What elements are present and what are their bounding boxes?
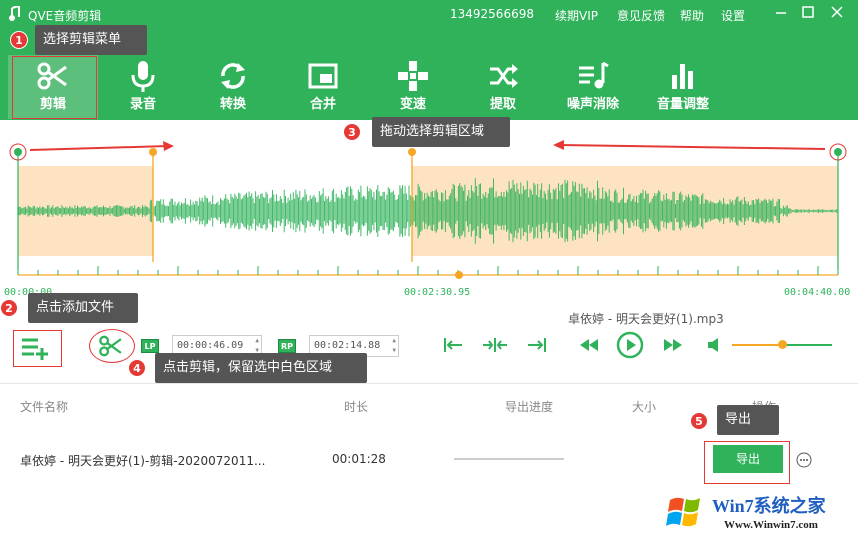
tool-merge[interactable]: 合并 [278, 55, 368, 119]
divider [0, 383, 858, 384]
rp-time-value: 00:02:14.88 [314, 340, 381, 351]
rp-label: RP [278, 339, 296, 353]
watermark-url: Www.Winwin7.com [724, 519, 818, 531]
annotation-callout-4: 点击剪辑，保留选中白色区域 [155, 353, 367, 383]
maximize-icon[interactable] [800, 4, 816, 20]
menu-feedback[interactable]: 意见反馈 [617, 7, 665, 24]
annotation-text: 拖动选择剪辑区域 [380, 124, 485, 139]
playhead-handle [455, 271, 463, 279]
annotation-arrow-right [29, 145, 169, 151]
row-progress-bar [454, 458, 564, 460]
rp-marker-handle [408, 148, 416, 156]
tool-label: 变速 [399, 97, 426, 112]
lp-label: LP [141, 339, 159, 353]
annotation-text: 选择剪辑菜单 [43, 32, 122, 47]
tool-label: 噪声消除 [566, 97, 619, 112]
volume-slider[interactable] [732, 340, 832, 349]
tool-volume[interactable]: 音量调整 [638, 55, 728, 119]
annotation-text: 点击剪辑，保留选中白色区域 [163, 360, 333, 375]
merge-icon [306, 59, 340, 93]
annotation-badge-2: 2 [0, 299, 18, 317]
column-header-progress: 导出进度 [505, 400, 554, 414]
annotation-arrowhead-right [163, 141, 174, 151]
annotation-text: 导出 [725, 412, 752, 427]
jump-to-end-icon[interactable] [526, 336, 548, 354]
minimize-icon[interactable] [773, 4, 789, 20]
annotation-badge-3: 3 [343, 123, 361, 141]
close-icon[interactable] [829, 4, 845, 20]
lp-marker-handle [149, 148, 157, 156]
tool-label: 转换 [219, 97, 246, 112]
tool-extract[interactable]: 提取 [458, 55, 548, 119]
more-options-icon[interactable] [796, 452, 812, 468]
play-icon[interactable] [616, 331, 644, 359]
menu-help[interactable]: 帮助 [680, 7, 704, 24]
column-header-size: 大小 [632, 400, 657, 414]
waveform-canvas [9, 140, 847, 279]
waveform-area[interactable] [0, 120, 858, 310]
annotation-callout-3: 拖动选择剪辑区域 [372, 117, 510, 147]
annotation-callout-1: 选择剪辑菜单 [35, 25, 147, 55]
watermark-brand: Win7系统之家 [712, 496, 826, 516]
music-note-icon [8, 4, 22, 22]
annotation-badge-1: 1 [10, 31, 28, 49]
export-button[interactable]: 导出 [713, 445, 783, 473]
annotation-text: 点击添加文件 [36, 300, 115, 315]
add-file-icon[interactable] [20, 336, 50, 360]
column-header-duration: 时长 [344, 400, 369, 414]
speed-icon [396, 59, 430, 93]
center-marker-icon[interactable] [482, 336, 508, 354]
user-phone[interactable]: 13492566698 [450, 7, 534, 21]
row-duration: 00:01:28 [332, 452, 386, 466]
tool-convert[interactable]: 转换 [188, 55, 278, 119]
tool-record[interactable]: 录音 [98, 55, 188, 119]
spinner-icon[interactable]: ▲ ▼ [392, 336, 396, 356]
column-header-name: 文件名称 [20, 400, 69, 414]
annotation-badge-5: 5 [690, 412, 708, 430]
annotation-arrow-left [559, 144, 826, 150]
volume-slider-knob[interactable] [778, 340, 787, 349]
tool-label: 提取 [489, 97, 516, 112]
timeline-end: 00:04:40.00 [784, 287, 851, 298]
cut-scissors-icon[interactable] [98, 333, 124, 359]
rewind-icon[interactable] [578, 337, 600, 353]
fast-forward-icon[interactable] [662, 337, 684, 353]
annotation-box-cut [12, 56, 97, 119]
lp-time-value: 00:00:46.09 [177, 340, 244, 351]
volume-slider-fill [732, 344, 782, 346]
tool-label: 录音 [129, 97, 156, 112]
microphone-icon [126, 59, 160, 93]
app-title: QVE音频剪辑 [28, 9, 102, 23]
annotation-callout-5: 导出 [717, 405, 779, 435]
start-handle [14, 148, 22, 156]
annotation-arrowhead-left [553, 140, 564, 150]
current-filename: 卓依婷 - 明天会更好(1).mp3 [568, 312, 724, 326]
timeline-mid: 00:02:30.95 [404, 287, 471, 298]
tool-label: 合并 [309, 97, 336, 112]
windows-logo-icon [664, 490, 708, 534]
menu-settings[interactable]: 设置 [721, 7, 745, 24]
annotation-badge-4: 4 [128, 359, 146, 377]
convert-icon [216, 59, 250, 93]
end-handle [834, 148, 842, 156]
row-filename: 卓依婷 - 明天会更好(1)-剪辑-2020072011... [20, 454, 266, 468]
noise-icon [576, 59, 610, 93]
shuffle-icon [486, 59, 520, 93]
speaker-icon[interactable] [706, 337, 724, 353]
tool-label: 音量调整 [656, 97, 709, 112]
tool-denoise[interactable]: 噪声消除 [548, 55, 638, 119]
app-header: QVE音频剪辑 13492566698 续期VIP 意见反馈 帮助 设置 剪辑 … [0, 0, 858, 120]
jump-to-start-icon[interactable] [442, 336, 464, 354]
annotation-callout-2: 点击添加文件 [28, 293, 138, 323]
volume-bars-icon [666, 59, 700, 93]
menu-renew-vip[interactable]: 续期VIP [555, 7, 598, 24]
tool-speed[interactable]: 变速 [368, 55, 458, 119]
watermark: Win7系统之家 Www.Winwin7.com [662, 488, 856, 538]
